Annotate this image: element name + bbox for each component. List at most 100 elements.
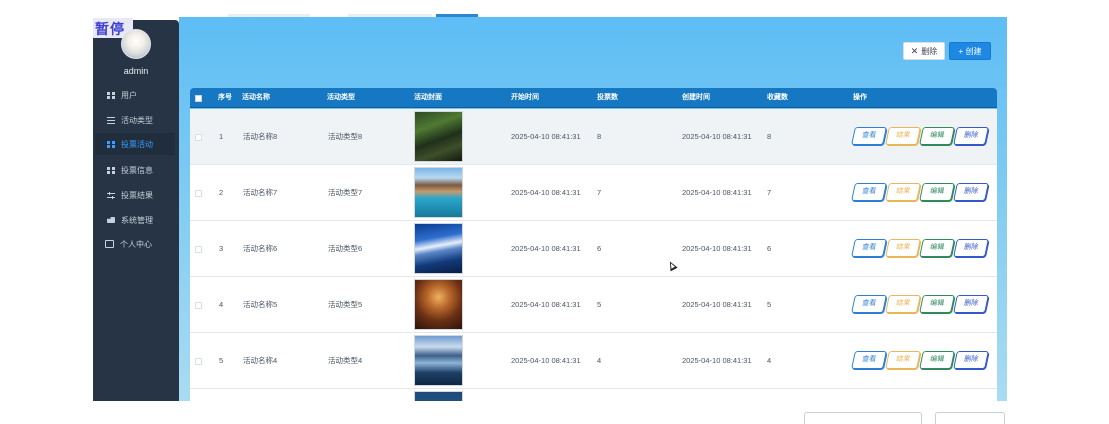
column-header-type: 活动类型 [327,94,355,101]
grid-icon [107,140,115,148]
view-button[interactable]: 查看 [851,239,887,257]
sidebar-item-voting-activity[interactable]: 投票活动 [95,133,175,155]
cell-votes: 6 [597,244,602,253]
cell-name: 活动名称5 [243,300,278,309]
cell-index: 1 [219,132,224,141]
sidebar-item-voting-info[interactable]: 投票信息 [95,159,175,181]
column-header-name: 活动名称 [242,94,270,101]
cell-created-time: 2025-04-10 08:41:31 [682,244,752,253]
select-all-checkbox[interactable] [195,95,202,102]
cover-image[interactable] [414,111,463,162]
view-button[interactable]: 查看 [851,127,887,145]
edit-button[interactable]: 编辑 [919,351,955,369]
edit-button[interactable]: 编辑 [919,183,955,201]
row-checkbox[interactable] [195,134,202,141]
cell-type: 活动类型7 [328,188,363,197]
grid-icon [107,91,115,99]
column-header-index: 序号 [218,94,232,101]
sidebar-item-label: 用户 [121,90,137,100]
result-button[interactable]: 结果 [885,351,921,369]
delete-button[interactable]: ✕ 删除 [903,42,945,60]
column-header-created-time: 创建时间 [682,94,710,101]
row-checkbox[interactable] [195,190,202,197]
delete-row-button[interactable]: 删除 [953,239,989,257]
table-row[interactable]: 2 活动名称7 活动类型7 2025-04-10 08:41:31 7 2025… [190,165,997,221]
row-checkbox[interactable] [195,302,202,309]
view-button[interactable]: 查看 [851,351,887,369]
cover-image[interactable] [414,391,463,401]
cell-start-time: 2025-04-10 08:41:31 [511,132,581,141]
sidebar-item-personal-center[interactable]: 个人中心 [95,233,175,255]
table-row[interactable]: 3 活动名称6 活动类型6 2025-04-10 08:41:31 6 2025… [190,221,997,277]
close-icon: ✕ [910,45,919,56]
sidebar-item-label: 系统管理 [121,215,153,225]
delete-row-button[interactable]: 删除 [953,351,989,369]
result-button[interactable]: 结果 [885,239,921,257]
table-row[interactable]: 5 活动名称4 活动类型4 2025-04-10 08:41:31 4 2025… [190,333,997,389]
cell-created-time: 2025-04-10 08:41:31 [682,132,752,141]
cell-votes: 8 [597,132,602,141]
cell-favorites: 7 [767,188,772,197]
delete-row-button[interactable]: 删除 [953,183,989,201]
cell-favorites: 5 [767,300,772,309]
cover-image[interactable] [414,223,463,274]
cell-favorites: 4 [767,356,772,365]
gear-icon [107,217,115,223]
create-button[interactable]: + 创建 [949,42,991,60]
cell-start-time: 2025-04-10 08:41:31 [511,188,581,197]
cell-votes: 7 [597,188,602,197]
row-checkbox[interactable] [195,358,202,365]
cell-name: 活动名称6 [243,244,278,253]
row-checkbox[interactable] [195,246,202,253]
sidebar-item-label: 投票信息 [121,165,153,175]
cell-type: 活动类型8 [328,132,363,141]
delete-row-button[interactable]: 删除 [953,127,989,145]
list-icon [107,116,115,124]
table-row[interactable] [190,389,997,401]
cell-type: 活动类型4 [328,356,363,365]
edit-button[interactable]: 编辑 [919,239,955,257]
sidebar-item-users[interactable]: 用户 [95,84,175,106]
sidebar-item-system-management[interactable]: 系统管理 [95,209,175,231]
avatar[interactable] [121,29,151,59]
pagination[interactable] [804,412,922,424]
cell-votes: 5 [597,300,602,309]
cell-votes: 4 [597,356,602,365]
edit-button[interactable]: 编辑 [919,127,955,145]
cell-start-time: 2025-04-10 08:41:31 [511,244,581,253]
grid-icon [107,166,115,174]
edit-button[interactable]: 编辑 [919,295,955,313]
cell-index: 3 [219,244,224,253]
column-header-votes: 投票数 [597,94,618,101]
column-header-start-time: 开始时间 [511,94,539,101]
delete-row-button[interactable]: 删除 [953,295,989,313]
pagination-size-select[interactable] [935,412,1005,424]
cover-image[interactable] [414,167,463,218]
cover-image[interactable] [414,279,463,330]
table-row[interactable]: 1 活动名称8 活动类型8 2025-04-10 08:41:31 8 2025… [190,109,997,165]
result-button[interactable]: 结果 [885,127,921,145]
cell-created-time: 2025-04-10 08:41:31 [682,300,752,309]
sidebar-item-label: 个人中心 [120,239,152,249]
activity-table: 序号 活动名称 活动类型 活动封面 开始时间 投票数 创建时间 收藏数 操作 1… [190,88,997,401]
result-button[interactable]: 结果 [885,183,921,201]
result-button[interactable]: 结果 [885,295,921,313]
create-button-label: + 创建 [958,46,982,56]
cell-favorites: 8 [767,132,772,141]
view-button[interactable]: 查看 [851,183,887,201]
cell-index: 2 [219,188,224,197]
cell-start-time: 2025-04-10 08:41:31 [511,300,581,309]
sidebar-item-voting-result[interactable]: 投票结果 [95,184,175,206]
view-button[interactable]: 查看 [851,295,887,313]
table-row[interactable]: 4 活动名称5 活动类型5 2025-04-10 08:41:31 5 2025… [190,277,997,333]
cover-image[interactable] [414,335,463,386]
column-header-cover: 活动封面 [414,94,442,101]
table-header: 序号 活动名称 活动类型 活动封面 开始时间 投票数 创建时间 收藏数 操作 [190,88,997,108]
cell-type: 活动类型6 [328,244,363,253]
column-header-actions: 操作 [853,94,867,101]
cell-start-time: 2025-04-10 08:41:31 [511,356,581,365]
sidebar-item-activity-type[interactable]: 活动类型 [95,109,175,131]
cell-created-time: 2025-04-10 08:41:31 [682,188,752,197]
cell-index: 5 [219,356,224,365]
delete-button-label: 删除 [921,46,938,56]
